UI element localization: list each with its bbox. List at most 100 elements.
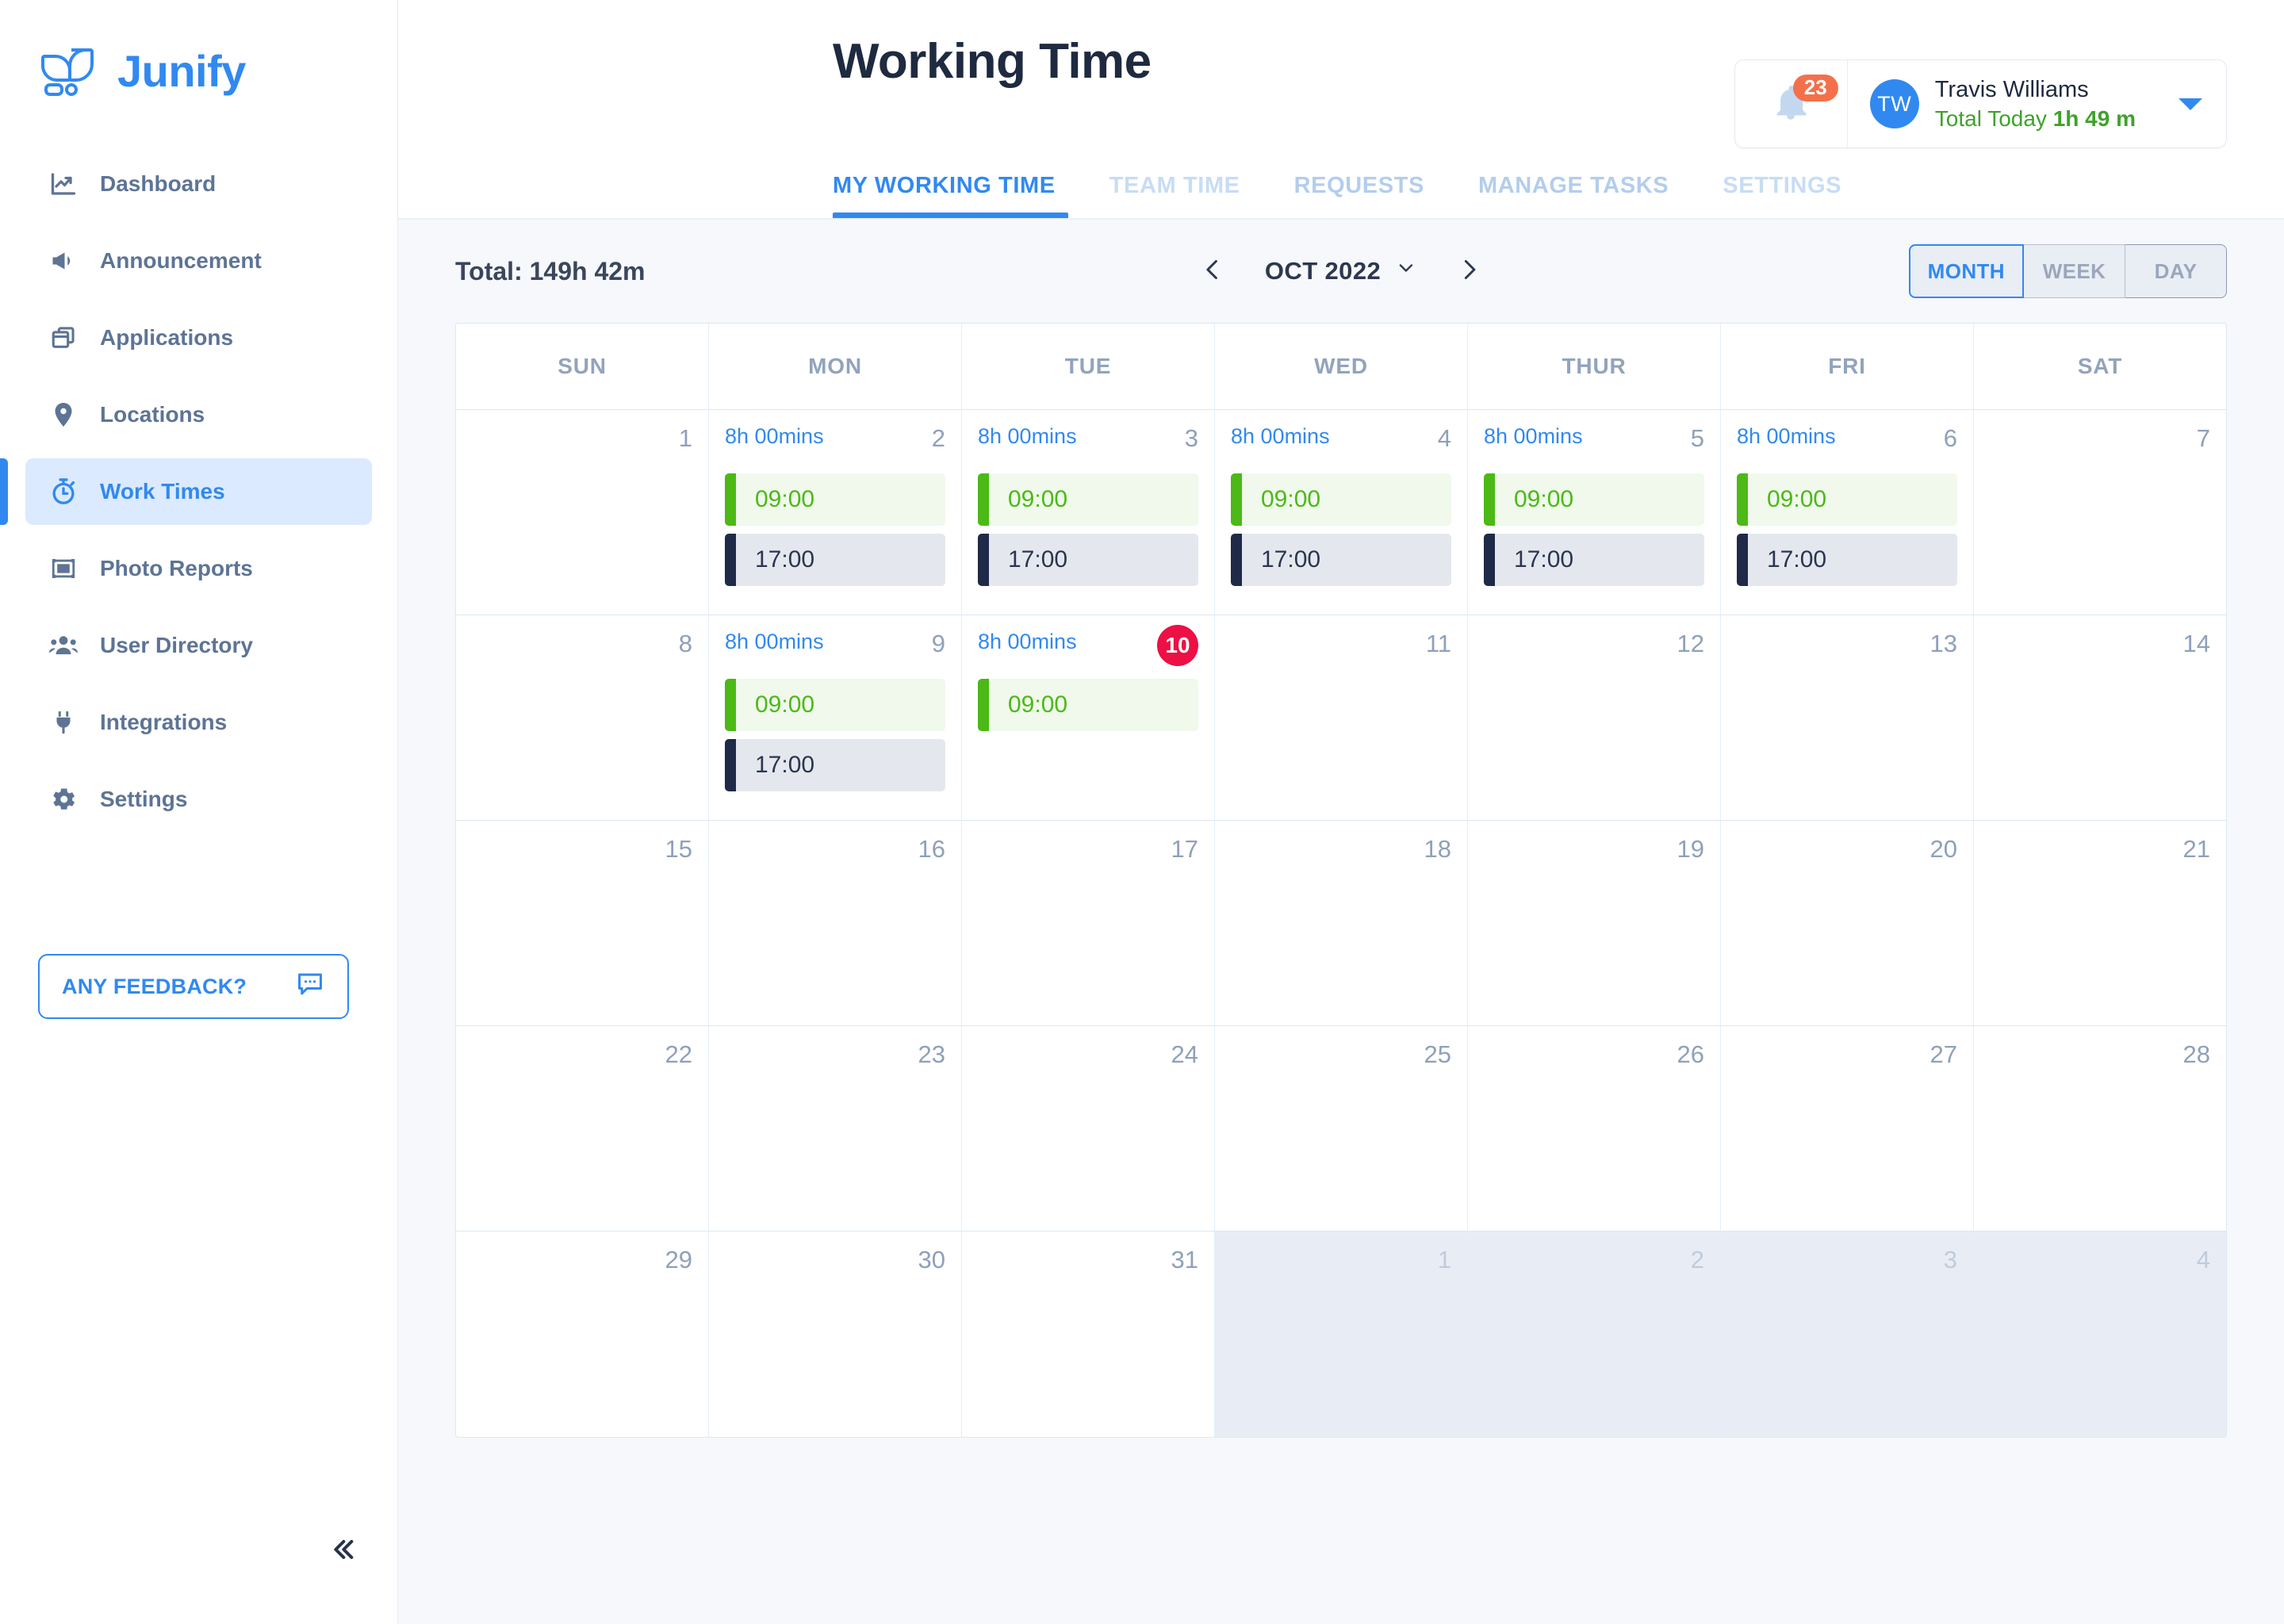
sidebar-item-locations[interactable]: Locations [25,381,372,448]
clock-out-entry[interactable]: 17:00 [725,534,945,586]
calendar-day-cell[interactable]: 8h 00mins 6 09:00 17:00 [1721,410,1974,615]
calendar-day-cell[interactable]: 19 [1468,821,1721,1026]
clock-out-entry[interactable]: 17:00 [978,534,1198,586]
calendar-day-cell[interactable]: 13 [1721,615,1974,821]
clock-in-entry[interactable]: 09:00 [978,473,1198,526]
calendar-day-cell[interactable]: 21 [1974,821,2226,1026]
calendar-day-cell[interactable]: 30 [709,1231,962,1437]
view-month-button[interactable]: MONTH [1908,244,2024,298]
clock-out-entry[interactable]: 17:00 [1231,534,1451,586]
day-cell-header: 18 [1231,835,1451,876]
view-day-button[interactable]: DAY [2125,244,2227,298]
calendar-day-cell[interactable]: 17 [962,821,1215,1026]
clock-in-entry[interactable]: 09:00 [1737,473,1957,526]
clock-out-entry[interactable]: 17:00 [1737,534,1957,586]
user-profile-menu[interactable]: 23 TW Travis Williams Total Today 1h 49 … [1734,59,2227,148]
calendar-day-cell[interactable]: 18 [1215,821,1468,1026]
sidebar-item-applications[interactable]: Applications [25,304,372,371]
month-calendar: SUN MON TUE WED THUR FRI SAT 1 8h 00mins 2… [455,323,2227,1438]
day-cell-header: 15 [472,835,692,876]
day-cell-header: 11 [1231,630,1451,671]
plug-icon [48,707,79,738]
day-number: 25 [1424,1040,1451,1068]
calendar-day-cell[interactable]: 16 [709,821,962,1026]
calendar-day-cell[interactable]: 2 [1468,1231,1721,1437]
view-week-button[interactable]: WEEK [2024,244,2125,298]
sidebar-item-photo-reports[interactable]: Photo Reports [25,535,372,602]
calendar-day-cell[interactable]: 28 [1974,1026,2226,1231]
calendar-day-cell[interactable]: 25 [1215,1026,1468,1231]
clock-in-entry[interactable]: 09:00 [1231,473,1451,526]
calendar-day-cell[interactable]: 1 [456,410,709,615]
sidebar-item-dashboard[interactable]: Dashboard [25,151,372,217]
sidebar-collapse-button[interactable] [313,1527,369,1575]
notifications-button[interactable]: 23 [1735,60,1848,147]
clock-out-entry[interactable]: 17:00 [1484,534,1704,586]
tab-team-time[interactable]: TEAM TIME [1083,173,1267,220]
day-number: 5 [1690,424,1704,452]
clock-in-entry[interactable]: 09:00 [978,679,1198,731]
next-month-button[interactable] [1452,254,1487,289]
calendar-day-cell[interactable]: 15 [456,821,709,1026]
calendar-day-cell[interactable]: 8h 00mins 9 09:00 17:00 [709,615,962,821]
user-info[interactable]: TW Travis Williams Total Today 1h 49 m [1848,60,2226,147]
calendar-day-cell[interactable]: 20 [1721,821,1974,1026]
calendar-day-cell[interactable]: 8h 00mins 2 09:00 17:00 [709,410,962,615]
calendar-day-cell[interactable]: 24 [962,1026,1215,1231]
calendar-day-cell[interactable]: 8 [456,615,709,821]
calendar-day-cell[interactable]: 4 [1974,1231,2226,1437]
calendar-day-cell[interactable]: 11 [1215,615,1468,821]
calendar-day-cell[interactable]: 27 [1721,1026,1974,1231]
sidebar-item-announcement[interactable]: Announcement [25,228,372,294]
calendar-day-cell[interactable]: 3 [1721,1231,1974,1437]
day-number: 4 [2196,1246,2210,1274]
sidebar-item-label: Dashboard [100,171,217,196]
calendar-day-cell[interactable]: 23 [709,1026,962,1231]
photo-frame-icon [48,553,79,584]
sidebar-item-work-times[interactable]: Work Times [0,458,372,525]
calendar-day-cell[interactable]: 29 [456,1231,709,1437]
today-badge: 10 [1157,625,1198,666]
sidebar-item-settings[interactable]: Settings [25,766,372,833]
calendar-day-cell[interactable]: 8h 00mins 5 09:00 17:00 [1468,410,1721,615]
calendar-day-cell[interactable]: 8h 00mins 10 09:00 [962,615,1215,821]
chevron-down-icon[interactable] [2179,98,2202,110]
tab-manage-tasks[interactable]: MANAGE TASKS [1451,173,1696,220]
clock-out-entry[interactable]: 17:00 [725,739,945,791]
previous-month-button[interactable] [1195,254,1230,289]
tab-my-working-time[interactable]: MY WORKING TIME [833,173,1083,220]
calendar-day-cell[interactable]: 8h 00mins 3 09:00 17:00 [962,410,1215,615]
calendar-day-cell[interactable]: 8h 00mins 4 09:00 17:00 [1215,410,1468,615]
calendar-day-cell[interactable]: 7 [1974,410,2226,615]
chat-bubble-dots-icon [295,969,325,1005]
tab-requests[interactable]: REQUESTS [1267,173,1451,220]
day-number: 1 [678,424,692,452]
sidebar-item-integrations[interactable]: Integrations [25,689,372,756]
entry-color-bar [725,739,736,791]
clock-in-entry[interactable]: 09:00 [1484,473,1704,526]
calendar-day-cell[interactable]: 14 [1974,615,2226,821]
day-number: 3 [1184,424,1198,452]
calendar-day-cell[interactable]: 12 [1468,615,1721,821]
day-cell-header: 26 [1484,1040,1704,1082]
calendar-day-cell[interactable]: 1 [1215,1231,1468,1437]
clock-in-entry[interactable]: 09:00 [725,679,945,731]
clock-in-entry[interactable]: 09:00 [725,473,945,526]
chart-line-icon [48,168,79,200]
entry-color-bar [978,473,989,526]
feedback-section: ANY FEEDBACK? [0,954,397,1019]
calendar-day-cell[interactable]: 31 [962,1231,1215,1437]
month-selector[interactable]: OCT 2022 [1265,257,1417,285]
entry-time: 09:00 [755,691,815,718]
brand-logo[interactable]: Junify [0,0,397,111]
sidebar-item-user-directory[interactable]: User Directory [25,612,372,679]
calendar-day-cell[interactable]: 26 [1468,1026,1721,1231]
any-feedback-button[interactable]: ANY FEEDBACK? [38,954,349,1019]
total-today-label: Total Today [1934,105,2047,131]
calendar-day-cell[interactable]: 22 [456,1026,709,1231]
tab-settings[interactable]: SETTINGS [1696,173,1868,220]
weekday-header-fri: FRI [1721,324,1974,410]
day-number: 23 [918,1040,945,1068]
double-chevron-left-icon [325,1534,357,1569]
day-number: 2 [931,424,945,452]
